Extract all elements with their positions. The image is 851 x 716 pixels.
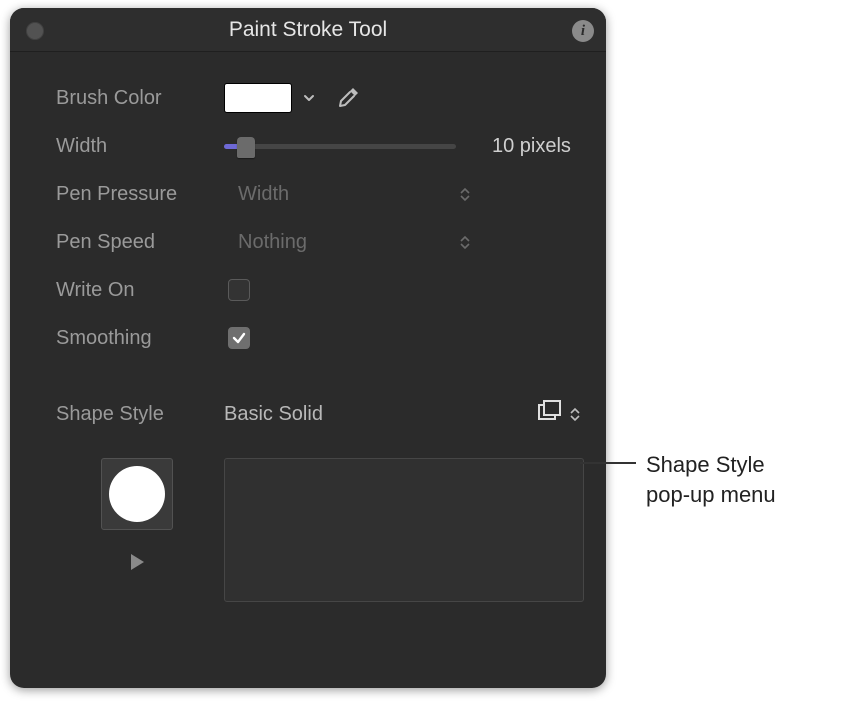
width-value[interactable]: 10 pixels [492,135,571,158]
close-window-button[interactable] [26,22,44,40]
row-width: Width 10 pixels [56,122,588,170]
pen-speed-select[interactable]: Nothing [224,225,480,259]
info-icon[interactable]: i [572,20,594,42]
brush-color-well[interactable] [224,83,292,113]
row-shape-style: Shape Style Basic Solid [56,390,588,438]
brush-swatch[interactable] [101,458,173,530]
label-brush-color: Brush Color [56,87,224,110]
eyedropper-icon[interactable] [334,84,362,112]
check-icon [231,330,247,346]
stroke-preview-area [224,458,584,602]
label-pen-speed: Pen Speed [56,231,224,254]
row-brush-color: Brush Color [56,74,588,122]
annotation-callout: Shape Style pop-up menu [580,450,776,509]
window-title: Paint Stroke Tool [229,18,387,42]
label-write-on: Write On [56,279,224,302]
pen-pressure-value: Width [238,183,289,206]
preview-row [56,458,588,602]
row-write-on: Write On [56,266,588,314]
preset-library-icon [538,400,562,428]
inspector-panel: Paint Stroke Tool i Brush Color Width [10,8,606,688]
width-slider[interactable] [224,134,456,158]
pen-pressure-select[interactable]: Width [224,177,480,211]
play-icon[interactable] [127,552,147,578]
label-width: Width [56,135,224,158]
row-smoothing: Smoothing [56,314,588,362]
callout-line [580,462,636,464]
titlebar: Paint Stroke Tool i [10,8,606,52]
label-pen-pressure: Pen Pressure [56,183,224,206]
slider-thumb[interactable] [237,137,255,158]
swatch-column [56,458,224,578]
callout-text: Shape Style pop-up menu [646,450,776,509]
smoothing-checkbox[interactable] [228,327,250,349]
inspector-body: Brush Color Width 10 pixels Pen Pre [10,52,606,620]
row-pen-pressure: Pen Pressure Width [56,170,588,218]
row-pen-speed: Pen Speed Nothing [56,218,588,266]
stepper-icon [570,407,580,422]
label-smoothing: Smoothing [56,327,224,350]
shape-style-value: Basic Solid [224,403,323,426]
slider-track [224,144,456,149]
label-shape-style: Shape Style [56,403,224,426]
color-popup-chevron-icon[interactable] [302,91,316,105]
circle-icon [109,466,165,522]
pen-speed-value: Nothing [238,231,307,254]
shape-style-popup[interactable] [538,400,580,428]
stepper-icon [460,187,470,202]
write-on-checkbox[interactable] [228,279,250,301]
stepper-icon [460,235,470,250]
